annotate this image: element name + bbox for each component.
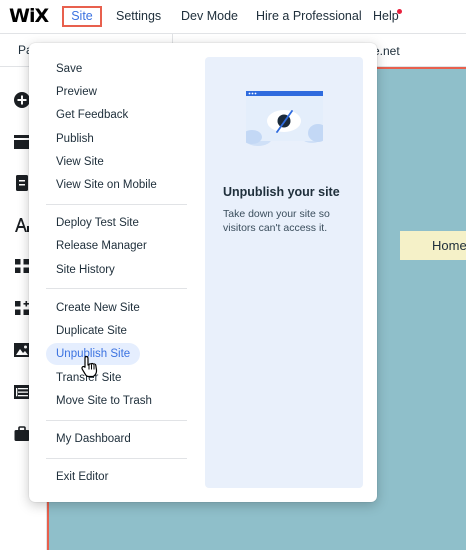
menu-item-info-panel: Unpublish your site Take down your site … (205, 57, 363, 488)
unpublish-illustration-icon (246, 91, 323, 146)
tab-site[interactable]: Site (62, 6, 102, 27)
menu-item-view-site[interactable]: View Site (56, 155, 104, 169)
info-panel-description: Take down your site so visitors can't ac… (223, 208, 330, 234)
tab-hire-professional[interactable]: Hire a Professional (256, 6, 362, 27)
hand-pointer-cursor-icon (81, 355, 98, 378)
menu-item-site-history[interactable]: Site History (56, 263, 115, 277)
menu-item-my-dashboard[interactable]: My Dashboard (56, 432, 131, 446)
menu-item-release-manager[interactable]: Release Manager (56, 239, 147, 253)
site-url: e.net (373, 44, 400, 58)
menu-item-view-site-mobile[interactable]: View Site on Mobile (56, 178, 157, 192)
menu-item-publish[interactable]: Publish (56, 132, 94, 146)
menu-item-duplicate-site[interactable]: Duplicate Site (56, 324, 127, 338)
menu-item-move-to-trash[interactable]: Move Site to Trash (56, 394, 152, 408)
site-nav-home[interactable]: Home (400, 231, 466, 260)
menu-item-save[interactable]: Save (56, 62, 82, 76)
info-panel-title: Unpublish your site (223, 185, 340, 199)
menu-item-exit-editor[interactable]: Exit Editor (56, 470, 108, 484)
tab-dev-mode[interactable]: Dev Mode (181, 6, 238, 27)
menu-item-preview[interactable]: Preview (56, 85, 97, 99)
menu-item-create-new-site[interactable]: Create New Site (56, 301, 140, 315)
wix-logo[interactable]: WiX (9, 5, 49, 27)
menu-divider (46, 288, 187, 289)
top-bar: WiX Site Settings Dev Mode Hire a Profes… (0, 0, 466, 34)
menu-item-get-feedback[interactable]: Get Feedback (56, 108, 128, 122)
menu-divider (46, 204, 187, 205)
menu-divider (46, 458, 187, 459)
menu-divider (46, 420, 187, 421)
tab-help[interactable]: Help (373, 6, 399, 27)
site-menu-dropdown: Save Preview Get Feedback Publish View S… (29, 43, 377, 502)
tab-settings[interactable]: Settings (116, 6, 161, 27)
help-notification-dot (397, 9, 402, 14)
menu-item-deploy-test-site[interactable]: Deploy Test Site (56, 216, 139, 230)
